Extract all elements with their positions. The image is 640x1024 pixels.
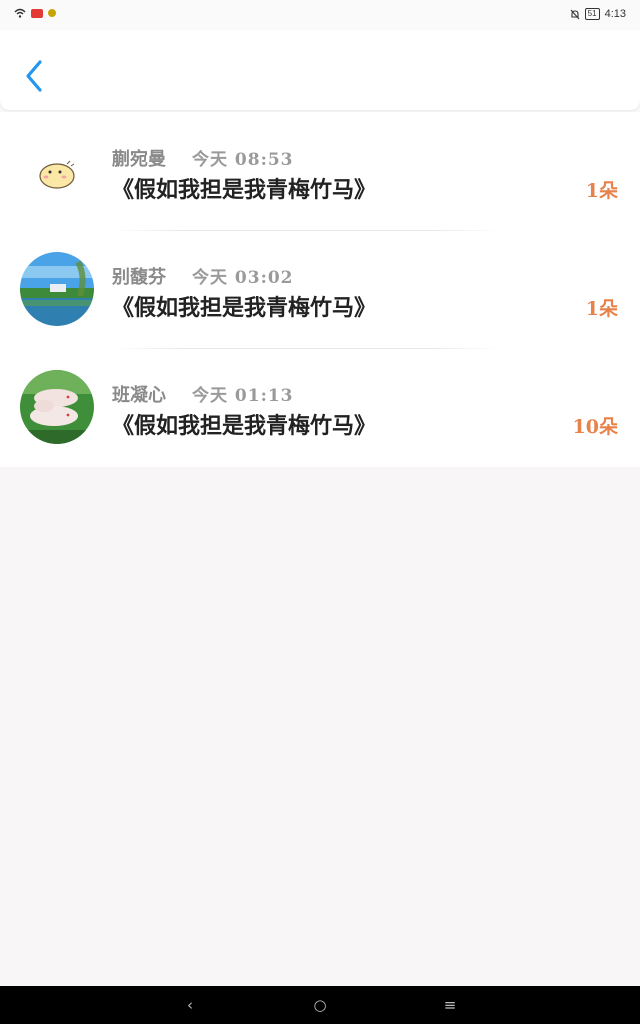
- nav-home-button[interactable]: ○: [308, 993, 332, 1017]
- flower-count: 1朵: [585, 180, 618, 202]
- status-bar: 51 4:13: [0, 0, 640, 30]
- book-title: 《假如我担是我青梅竹马》: [112, 295, 377, 321]
- header-bar: [0, 30, 640, 110]
- list-item[interactable]: 别馥芬 今天 03:02 《假如我担是我青梅竹马》 1朵: [0, 230, 640, 348]
- wifi-icon: [14, 8, 26, 18]
- list-item[interactable]: 班凝心 今天 01:13 《假如我担是我青梅竹马》 10朵: [0, 348, 640, 466]
- sent-time: 今天 08:53: [192, 150, 294, 170]
- list-item[interactable]: 蒯宛曼 今天 08:53 《假如我担是我青梅竹马》 1朵: [0, 112, 640, 230]
- hamster-avatar: [20, 134, 94, 208]
- hd-badge-icon: [31, 8, 43, 18]
- nav-menu-button[interactable]: ≡: [438, 993, 462, 1017]
- gift-record-list: 蒯宛曼 今天 08:53 《假如我担是我青梅竹马》 1朵 别馥芬 今天 03:0…: [0, 112, 640, 467]
- nav-back-button[interactable]: ‹: [178, 993, 202, 1017]
- flower-count: 10朵: [572, 416, 618, 438]
- chevron-left-icon: [26, 60, 42, 92]
- status-left-icons: [14, 8, 56, 18]
- back-button[interactable]: [18, 56, 52, 96]
- status-right-icons: 51 4:13: [570, 8, 626, 20]
- book-title: 《假如我担是我青梅竹马》: [112, 177, 377, 203]
- notification-icon: [48, 9, 56, 17]
- battery-icon: 51: [584, 8, 600, 20]
- book-title: 《假如我担是我青梅竹马》: [112, 413, 377, 439]
- sender-name: 蒯宛曼: [112, 149, 166, 170]
- rabbits-avatar: [20, 370, 94, 444]
- sender-name: 别馥芬: [112, 267, 166, 288]
- mute-icon: [570, 9, 580, 19]
- sent-time: 今天 03:02: [192, 268, 294, 288]
- sent-time: 今天 01:13: [192, 386, 294, 406]
- system-nav-bar: ‹ ○ ≡: [0, 986, 640, 1024]
- sender-name: 班凝心: [112, 385, 166, 406]
- flower-count: 1朵: [585, 298, 618, 320]
- clock-time: 4:13: [604, 8, 626, 20]
- lake-landscape-avatar: [20, 252, 94, 326]
